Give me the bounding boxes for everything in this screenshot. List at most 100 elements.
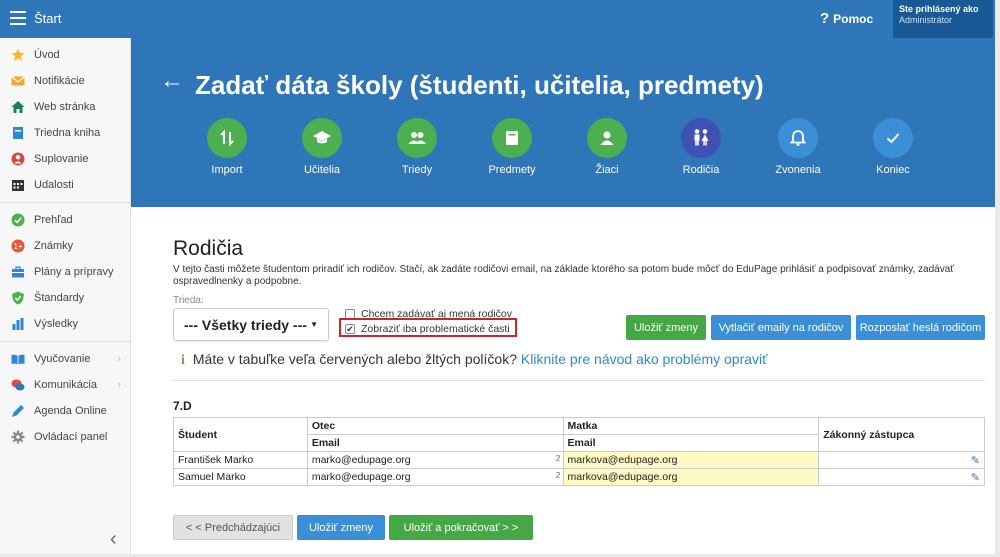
home-icon bbox=[11, 101, 25, 113]
father-email-cell[interactable]: marko@edupage.org 2 bbox=[306, 468, 564, 486]
sidebar-item-uvod[interactable]: Úvod bbox=[0, 42, 130, 68]
step-triedy[interactable]: Triedy bbox=[377, 118, 457, 176]
step-zvonenia[interactable]: Zvonenia bbox=[758, 118, 838, 176]
step-label: Rodičia bbox=[682, 164, 720, 176]
check-circle-icon bbox=[11, 213, 25, 227]
highlight-frame bbox=[339, 318, 517, 337]
user-box[interactable]: Ste prihlásený ako Administrátor bbox=[893, 0, 993, 38]
mother-email-count: 2 bbox=[555, 471, 560, 480]
info-help-link[interactable]: Kliknite pre návod ako problémy opraviť bbox=[521, 351, 768, 367]
step-label: Učitelia bbox=[303, 164, 341, 176]
sidebar-item-label: Udalosti bbox=[34, 179, 74, 191]
page-header-title: Zadať dáta školy (študenti, učitelia, pr… bbox=[195, 70, 764, 100]
star-icon bbox=[11, 48, 25, 61]
father-email: marko@edupage.org bbox=[311, 454, 411, 466]
step-label: Zvonenia bbox=[775, 164, 821, 176]
sidebar-item-komunikacia[interactable]: Komunikácia › bbox=[0, 372, 130, 398]
col-header-guardian: Zákonný zástupca bbox=[818, 417, 985, 452]
sidebar-item-ovladaci-panel[interactable]: Ovládací panel bbox=[0, 424, 130, 450]
class-select[interactable]: --- Všetky triedy --- ▼ bbox=[173, 308, 329, 341]
group-icon bbox=[397, 118, 437, 158]
parents-table: Študent Otec Matka Zákonný zástupca Emai… bbox=[173, 417, 985, 486]
step-ucitelia[interactable]: Učitelia bbox=[282, 118, 362, 176]
guardian-cell[interactable]: ✎ bbox=[818, 468, 985, 486]
sidebar: Úvod Notifikácie Web stránka Triedna kni… bbox=[0, 38, 131, 554]
app-title[interactable]: Štart bbox=[34, 11, 61, 26]
previous-button[interactable]: < < Predchádzajúci bbox=[173, 515, 293, 540]
sidebar-item-standardy[interactable]: Štandardy bbox=[0, 285, 130, 311]
question-icon: ? bbox=[820, 10, 830, 27]
sidebar-item-label: Úvod bbox=[34, 49, 60, 61]
book-icon bbox=[13, 127, 23, 139]
sidebar-item-label: Komunikácia bbox=[34, 379, 97, 391]
sidebar-group-results: Prehľad 1+ Známky Plány a prípravy Štanda… bbox=[0, 203, 130, 342]
sidebar-item-udalosti[interactable]: Udalosti bbox=[0, 172, 130, 198]
print-emails-button[interactable]: Vytlačiť emaily na rodičov bbox=[711, 315, 851, 340]
chevron-right-icon: › bbox=[117, 353, 121, 365]
sidebar-item-notifikacie[interactable]: Notifikácie bbox=[0, 68, 130, 94]
mother-email: markova@edupage.org bbox=[567, 454, 678, 466]
briefcase-icon bbox=[12, 266, 24, 278]
page-description: V tejto časti môžete študentom priradiť … bbox=[173, 264, 955, 287]
back-arrow-icon[interactable]: ← bbox=[160, 67, 184, 95]
mother-email-cell[interactable]: markova@edupage.org 2 bbox=[556, 451, 820, 469]
divider bbox=[173, 380, 985, 381]
step-label: Predmety bbox=[488, 164, 536, 176]
step-rodicia[interactable]: Rodičia bbox=[661, 118, 741, 176]
save-button-top[interactable]: Uložiť zmeny bbox=[626, 315, 706, 340]
info-icon: i bbox=[181, 353, 185, 368]
send-passwords-button[interactable]: Rozposlať heslá rodičom bbox=[856, 315, 985, 340]
save-button-bottom[interactable]: Uložiť zmeny bbox=[297, 515, 385, 540]
parents-icon bbox=[681, 118, 721, 158]
sidebar-item-triedna-kniha[interactable]: Triedna kniha bbox=[0, 120, 130, 146]
class-select-label: Trieda: bbox=[173, 295, 204, 306]
father-email-cell[interactable]: marko@edupage.org 2 bbox=[306, 451, 564, 469]
book-open-icon bbox=[11, 354, 25, 365]
sidebar-item-suplovanie[interactable]: Suplovanie bbox=[0, 146, 130, 172]
sidebar-item-label: Triedna kniha bbox=[34, 127, 101, 139]
col-header-mother-email: Email bbox=[562, 434, 820, 452]
step-predmety[interactable]: Predmety bbox=[472, 118, 552, 176]
save-continue-button[interactable]: Uložiť a pokračovať > > bbox=[389, 515, 533, 540]
sidebar-item-plany[interactable]: Plány a prípravy bbox=[0, 259, 130, 285]
sidebar-item-vysledky[interactable]: Výsledky bbox=[0, 311, 130, 337]
guardian-cell[interactable]: ✎ bbox=[818, 451, 985, 469]
chat-icon bbox=[11, 379, 25, 391]
pencil-icon[interactable]: ✎ bbox=[971, 454, 980, 467]
sidebar-item-znamky[interactable]: 1+ Známky bbox=[0, 233, 130, 259]
dropdown-arrow-icon: ▼ bbox=[310, 320, 318, 329]
mother-email-cell[interactable]: markova@edupage.org 2 bbox=[556, 468, 820, 486]
sidebar-item-vyucovanie[interactable]: Vyučovanie › bbox=[0, 346, 130, 372]
import-icon bbox=[207, 118, 247, 158]
col-header-mother: Matka bbox=[562, 417, 820, 435]
step-label: Triedy bbox=[401, 164, 433, 176]
sidebar-item-label: Agenda Online bbox=[34, 405, 107, 417]
step-label: Žiaci bbox=[595, 164, 619, 176]
help-link[interactable]: ? Pomoc bbox=[820, 10, 873, 27]
step-import[interactable]: Import bbox=[187, 118, 267, 176]
step-koniec[interactable]: Koniec bbox=[853, 118, 933, 176]
bell-icon bbox=[778, 118, 818, 158]
collapse-sidebar-icon[interactable]: ‹ bbox=[110, 528, 117, 551]
info-message: i Máte v tabuľke veľa červených alebo žlt… bbox=[181, 351, 767, 369]
pencil-icon[interactable]: ✎ bbox=[971, 471, 980, 484]
sidebar-item-web[interactable]: Web stránka bbox=[0, 94, 130, 120]
sidebar-item-agenda[interactable]: Agenda Online bbox=[0, 398, 130, 424]
student-name: Samuel Marko bbox=[173, 468, 308, 486]
graduation-cap-icon bbox=[302, 118, 342, 158]
sidebar-group-main: Úvod Notifikácie Web stránka Triedna kni… bbox=[0, 38, 130, 203]
sidebar-item-label: Notifikácie bbox=[34, 75, 85, 87]
calendar-icon bbox=[12, 180, 24, 191]
pen-icon bbox=[12, 405, 24, 417]
step-label: Import bbox=[211, 164, 243, 176]
user-status: Ste prihlásený ako bbox=[899, 4, 979, 14]
gear-icon bbox=[11, 430, 25, 444]
person-icon bbox=[587, 118, 627, 158]
sidebar-item-label: Známky bbox=[34, 240, 74, 252]
step-ziaci[interactable]: Žiaci bbox=[567, 118, 647, 176]
page-header: ← Zadať dáta školy (študenti, učitelia, … bbox=[131, 38, 995, 207]
main-content: Rodičia V tejto časti môžete študentom p… bbox=[131, 207, 995, 554]
menu-icon[interactable] bbox=[10, 11, 26, 25]
sidebar-item-prehlad[interactable]: Prehľad bbox=[0, 207, 130, 233]
top-bar: Štart ? Pomoc Ste prihlásený ako Administ… bbox=[0, 0, 995, 38]
